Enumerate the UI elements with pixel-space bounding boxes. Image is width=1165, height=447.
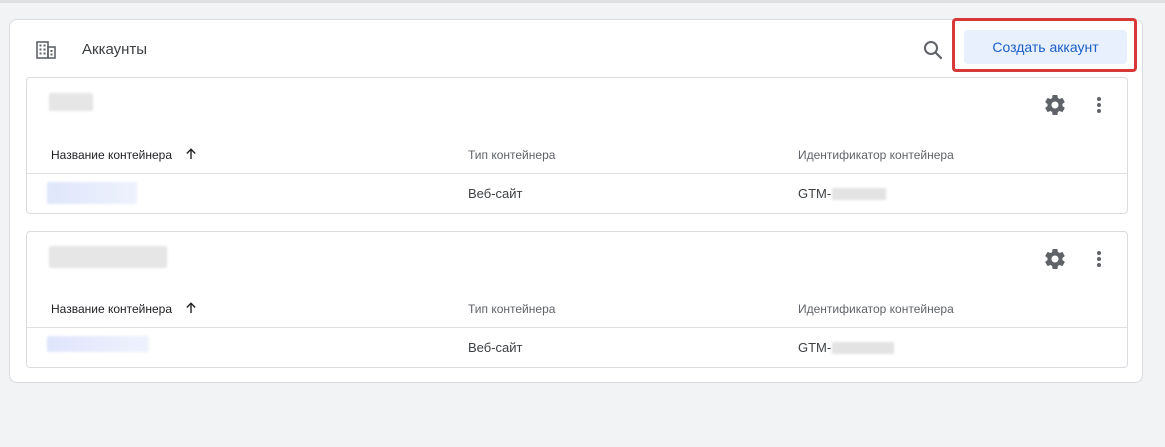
gear-icon[interactable] bbox=[1043, 93, 1067, 117]
row-divider bbox=[27, 327, 1127, 328]
column-header-name-label: Название контейнера bbox=[51, 302, 173, 316]
column-header-name[interactable]: Название контейнера bbox=[51, 302, 172, 316]
account-name-redacted bbox=[49, 246, 167, 268]
gear-icon[interactable] bbox=[1043, 247, 1067, 271]
container-name-redacted[interactable] bbox=[47, 336, 149, 352]
column-header-type: Тип контейнера bbox=[468, 302, 556, 316]
row-divider bbox=[27, 173, 1127, 174]
container-type: Веб-сайт bbox=[468, 340, 523, 355]
container-name-redacted[interactable] bbox=[47, 182, 137, 204]
container-id: GTM- bbox=[798, 340, 895, 355]
building-icon bbox=[36, 41, 56, 59]
column-header-name-label: Название контейнера bbox=[51, 148, 173, 162]
column-header-type: Тип контейнера bbox=[468, 148, 556, 162]
container-id-prefix: GTM- bbox=[798, 340, 832, 355]
container-id: GTM- bbox=[798, 186, 887, 201]
accounts-panel: Аккаунты Создать аккаунт Название контей… bbox=[9, 18, 1143, 383]
page-title: Аккаунты bbox=[82, 41, 148, 58]
account-name-redacted bbox=[49, 93, 93, 111]
account-card: Название контейнера Тип контейнера Идент… bbox=[26, 231, 1128, 368]
account-card: Название контейнера Тип контейнера Идент… bbox=[26, 77, 1128, 214]
create-account-button[interactable]: Создать аккаунт bbox=[964, 30, 1127, 64]
arrow-up-icon[interactable] bbox=[185, 302, 197, 314]
container-id-redacted bbox=[832, 187, 887, 200]
container-type: Веб-сайт bbox=[468, 186, 523, 201]
search-icon[interactable] bbox=[922, 39, 944, 61]
container-id-redacted bbox=[832, 341, 895, 354]
container-id-prefix: GTM- bbox=[798, 186, 832, 201]
arrow-up-icon[interactable] bbox=[185, 148, 197, 160]
top-divider bbox=[0, 0, 1165, 3]
create-account-highlight: Создать аккаунт bbox=[952, 18, 1137, 72]
more-vert-icon[interactable] bbox=[1089, 93, 1109, 117]
column-header-id: Идентификатор контейнера bbox=[798, 148, 954, 162]
column-header-id: Идентификатор контейнера bbox=[798, 302, 954, 316]
more-vert-icon[interactable] bbox=[1089, 247, 1109, 271]
column-header-name[interactable]: Название контейнера bbox=[51, 148, 172, 162]
